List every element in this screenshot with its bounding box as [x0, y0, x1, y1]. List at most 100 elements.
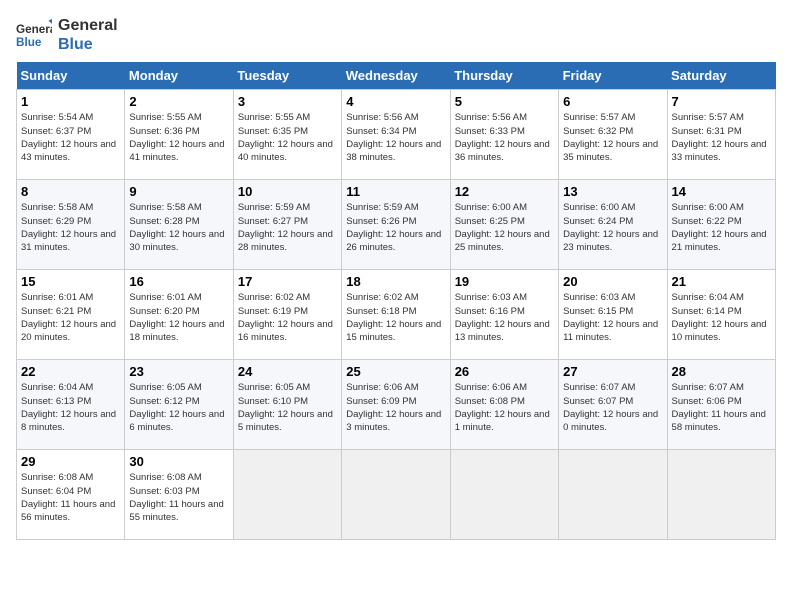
day-number: 5 — [455, 94, 554, 109]
day-info: Sunrise: 6:05 AMSunset: 6:12 PMDaylight:… — [129, 381, 228, 434]
day-info: Sunrise: 6:01 AMSunset: 6:21 PMDaylight:… — [21, 291, 120, 344]
day-number: 30 — [129, 454, 228, 469]
day-info: Sunrise: 6:03 AMSunset: 6:16 PMDaylight:… — [455, 291, 554, 344]
calendar-cell: 4 Sunrise: 5:56 AMSunset: 6:34 PMDayligh… — [342, 90, 450, 180]
day-number: 16 — [129, 274, 228, 289]
day-number: 1 — [21, 94, 120, 109]
calendar-cell: 22 Sunrise: 6:04 AMSunset: 6:13 PMDaylig… — [17, 360, 125, 450]
calendar-cell — [559, 450, 667, 540]
calendar-cell: 9 Sunrise: 5:58 AMSunset: 6:28 PMDayligh… — [125, 180, 233, 270]
day-number: 17 — [238, 274, 337, 289]
day-info: Sunrise: 5:57 AMSunset: 6:31 PMDaylight:… — [672, 111, 771, 164]
calendar-week-2: 8 Sunrise: 5:58 AMSunset: 6:29 PMDayligh… — [17, 180, 776, 270]
day-header-thursday: Thursday — [450, 62, 558, 90]
day-number: 27 — [563, 364, 662, 379]
day-info: Sunrise: 6:05 AMSunset: 6:10 PMDaylight:… — [238, 381, 337, 434]
calendar-cell: 15 Sunrise: 6:01 AMSunset: 6:21 PMDaylig… — [17, 270, 125, 360]
day-number: 23 — [129, 364, 228, 379]
day-info: Sunrise: 5:56 AMSunset: 6:33 PMDaylight:… — [455, 111, 554, 164]
calendar-cell: 11 Sunrise: 5:59 AMSunset: 6:26 PMDaylig… — [342, 180, 450, 270]
day-number: 21 — [672, 274, 771, 289]
calendar-week-1: 1 Sunrise: 5:54 AMSunset: 6:37 PMDayligh… — [17, 90, 776, 180]
calendar-header: SundayMondayTuesdayWednesdayThursdayFrid… — [17, 62, 776, 90]
day-info: Sunrise: 5:59 AMSunset: 6:26 PMDaylight:… — [346, 201, 445, 254]
calendar-cell: 12 Sunrise: 6:00 AMSunset: 6:25 PMDaylig… — [450, 180, 558, 270]
calendar-week-4: 22 Sunrise: 6:04 AMSunset: 6:13 PMDaylig… — [17, 360, 776, 450]
day-info: Sunrise: 6:06 AMSunset: 6:09 PMDaylight:… — [346, 381, 445, 434]
calendar-cell: 28 Sunrise: 6:07 AMSunset: 6:06 PMDaylig… — [667, 360, 775, 450]
day-info: Sunrise: 6:03 AMSunset: 6:15 PMDaylight:… — [563, 291, 662, 344]
calendar-cell: 14 Sunrise: 6:00 AMSunset: 6:22 PMDaylig… — [667, 180, 775, 270]
calendar-cell: 21 Sunrise: 6:04 AMSunset: 6:14 PMDaylig… — [667, 270, 775, 360]
day-number: 2 — [129, 94, 228, 109]
day-number: 18 — [346, 274, 445, 289]
calendar-cell: 6 Sunrise: 5:57 AMSunset: 6:32 PMDayligh… — [559, 90, 667, 180]
calendar-cell: 19 Sunrise: 6:03 AMSunset: 6:16 PMDaylig… — [450, 270, 558, 360]
calendar-cell: 29 Sunrise: 6:08 AMSunset: 6:04 PMDaylig… — [17, 450, 125, 540]
svg-text:Blue: Blue — [16, 36, 42, 49]
day-info: Sunrise: 6:02 AMSunset: 6:19 PMDaylight:… — [238, 291, 337, 344]
calendar-cell: 23 Sunrise: 6:05 AMSunset: 6:12 PMDaylig… — [125, 360, 233, 450]
day-info: Sunrise: 5:58 AMSunset: 6:29 PMDaylight:… — [21, 201, 120, 254]
day-number: 19 — [455, 274, 554, 289]
day-number: 25 — [346, 364, 445, 379]
calendar-cell: 26 Sunrise: 6:06 AMSunset: 6:08 PMDaylig… — [450, 360, 558, 450]
day-info: Sunrise: 6:04 AMSunset: 6:14 PMDaylight:… — [672, 291, 771, 344]
day-info: Sunrise: 6:06 AMSunset: 6:08 PMDaylight:… — [455, 381, 554, 434]
day-header-tuesday: Tuesday — [233, 62, 341, 90]
calendar-cell: 27 Sunrise: 6:07 AMSunset: 6:07 PMDaylig… — [559, 360, 667, 450]
day-info: Sunrise: 6:07 AMSunset: 6:06 PMDaylight:… — [672, 381, 771, 434]
calendar-cell: 13 Sunrise: 6:00 AMSunset: 6:24 PMDaylig… — [559, 180, 667, 270]
day-info: Sunrise: 5:58 AMSunset: 6:28 PMDaylight:… — [129, 201, 228, 254]
generalblue-logo-icon: General Blue — [16, 17, 52, 53]
day-number: 14 — [672, 184, 771, 199]
day-header-wednesday: Wednesday — [342, 62, 450, 90]
page-header: General Blue General Blue — [16, 16, 776, 54]
day-number: 8 — [21, 184, 120, 199]
day-info: Sunrise: 5:55 AMSunset: 6:36 PMDaylight:… — [129, 111, 228, 164]
logo-blue: Blue — [58, 35, 118, 54]
day-number: 13 — [563, 184, 662, 199]
day-info: Sunrise: 6:01 AMSunset: 6:20 PMDaylight:… — [129, 291, 228, 344]
svg-text:General: General — [16, 23, 52, 36]
day-info: Sunrise: 5:54 AMSunset: 6:37 PMDaylight:… — [21, 111, 120, 164]
day-info: Sunrise: 5:55 AMSunset: 6:35 PMDaylight:… — [238, 111, 337, 164]
day-info: Sunrise: 5:59 AMSunset: 6:27 PMDaylight:… — [238, 201, 337, 254]
day-header-monday: Monday — [125, 62, 233, 90]
day-header-saturday: Saturday — [667, 62, 775, 90]
calendar-week-3: 15 Sunrise: 6:01 AMSunset: 6:21 PMDaylig… — [17, 270, 776, 360]
calendar-cell: 10 Sunrise: 5:59 AMSunset: 6:27 PMDaylig… — [233, 180, 341, 270]
calendar-cell: 8 Sunrise: 5:58 AMSunset: 6:29 PMDayligh… — [17, 180, 125, 270]
calendar-cell: 3 Sunrise: 5:55 AMSunset: 6:35 PMDayligh… — [233, 90, 341, 180]
calendar-cell: 30 Sunrise: 6:08 AMSunset: 6:03 PMDaylig… — [125, 450, 233, 540]
day-number: 7 — [672, 94, 771, 109]
day-number: 20 — [563, 274, 662, 289]
day-info: Sunrise: 5:57 AMSunset: 6:32 PMDaylight:… — [563, 111, 662, 164]
day-number: 22 — [21, 364, 120, 379]
day-info: Sunrise: 5:56 AMSunset: 6:34 PMDaylight:… — [346, 111, 445, 164]
day-number: 11 — [346, 184, 445, 199]
day-number: 9 — [129, 184, 228, 199]
day-number: 26 — [455, 364, 554, 379]
day-number: 3 — [238, 94, 337, 109]
day-number: 15 — [21, 274, 120, 289]
day-info: Sunrise: 6:08 AMSunset: 6:04 PMDaylight:… — [21, 471, 120, 524]
calendar-cell: 2 Sunrise: 5:55 AMSunset: 6:36 PMDayligh… — [125, 90, 233, 180]
calendar-cell: 24 Sunrise: 6:05 AMSunset: 6:10 PMDaylig… — [233, 360, 341, 450]
calendar-cell: 25 Sunrise: 6:06 AMSunset: 6:09 PMDaylig… — [342, 360, 450, 450]
calendar-cell: 18 Sunrise: 6:02 AMSunset: 6:18 PMDaylig… — [342, 270, 450, 360]
day-number: 29 — [21, 454, 120, 469]
day-info: Sunrise: 6:00 AMSunset: 6:24 PMDaylight:… — [563, 201, 662, 254]
calendar-cell — [342, 450, 450, 540]
calendar-cell — [233, 450, 341, 540]
logo: General Blue General Blue — [16, 16, 118, 54]
calendar-cell: 1 Sunrise: 5:54 AMSunset: 6:37 PMDayligh… — [17, 90, 125, 180]
day-header-friday: Friday — [559, 62, 667, 90]
day-number: 28 — [672, 364, 771, 379]
day-number: 6 — [563, 94, 662, 109]
logo-general: General — [58, 16, 118, 35]
day-info: Sunrise: 6:00 AMSunset: 6:25 PMDaylight:… — [455, 201, 554, 254]
day-header-sunday: Sunday — [17, 62, 125, 90]
day-info: Sunrise: 6:00 AMSunset: 6:22 PMDaylight:… — [672, 201, 771, 254]
day-number: 24 — [238, 364, 337, 379]
